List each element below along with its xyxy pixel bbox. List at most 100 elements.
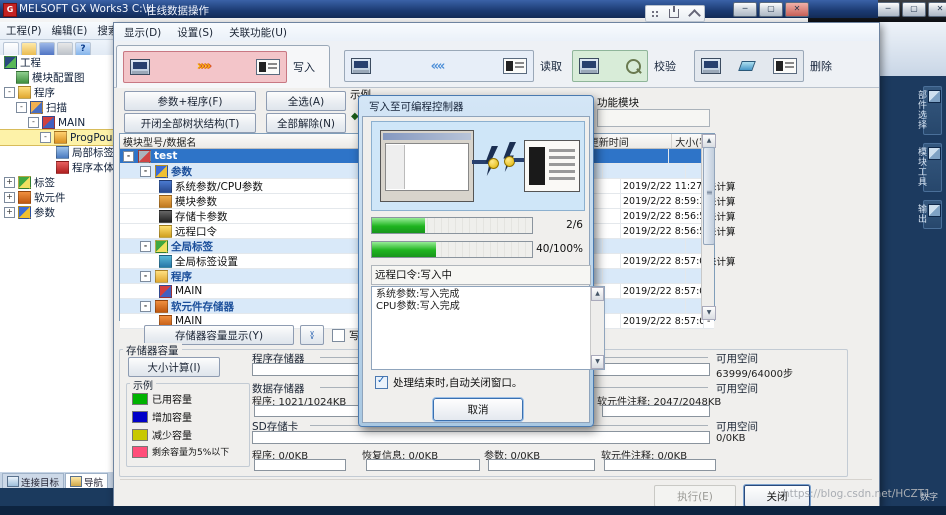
collapse-icon[interactable] bbox=[16, 102, 27, 113]
collapse-icon[interactable] bbox=[688, 9, 701, 22]
decrease-swatch bbox=[132, 429, 148, 441]
minimize-button[interactable]: ─ bbox=[733, 2, 757, 17]
collapse-icon[interactable] bbox=[123, 151, 134, 162]
expand-icon[interactable] bbox=[4, 207, 15, 218]
operation-log: 系统参数:写入完成 CPU参数:写入完成 ▲ ▼ bbox=[371, 286, 605, 370]
collapse-icon[interactable] bbox=[28, 117, 39, 128]
signal-dot bbox=[488, 158, 499, 169]
tree-item-project[interactable]: 工程 bbox=[0, 55, 113, 70]
maximize-button[interactable]: ▢ bbox=[902, 2, 926, 17]
toggle-tree-button[interactable]: 开闭全部树状结构(T) bbox=[124, 113, 256, 133]
menu-edit[interactable]: 编辑(E) bbox=[52, 23, 88, 39]
close-button[interactable]: ✕ bbox=[928, 2, 946, 17]
plc-project-icon bbox=[138, 150, 151, 163]
tree-item-program-body[interactable]: 程序本体 bbox=[0, 160, 113, 175]
tab-element-selection[interactable]: 部件选择 bbox=[923, 86, 942, 135]
module-config-icon bbox=[16, 71, 29, 84]
parameter-program-button[interactable]: 参数+程序(F) bbox=[124, 91, 256, 111]
tree-item-program[interactable]: 程序 bbox=[0, 85, 113, 100]
scrollbar-thumb[interactable] bbox=[703, 147, 715, 245]
size-calculation-button[interactable]: 大小计算(I) bbox=[128, 357, 220, 377]
scroll-down-icon[interactable]: ▼ bbox=[591, 355, 604, 369]
tab-verify[interactable]: 校验 bbox=[566, 47, 682, 85]
cancel-button[interactable]: 取消 bbox=[433, 398, 523, 421]
execute-button[interactable]: 执行(E) bbox=[654, 485, 736, 507]
percent-progress-bar bbox=[371, 241, 533, 258]
tab-navigation[interactable]: 导航 bbox=[65, 473, 108, 489]
legend-increase: 增加容量 bbox=[132, 409, 192, 424]
memory-capacity-display-button[interactable]: 存储器容量显示(Y) bbox=[144, 325, 294, 345]
legend-low-remaining: 剩余容量为5%以下 bbox=[132, 445, 229, 458]
collapse-icon[interactable] bbox=[140, 241, 151, 252]
tab-module-tool[interactable]: 模块工具 bbox=[923, 143, 942, 192]
table-scrollbar[interactable]: ▲ ▼ bbox=[701, 134, 714, 320]
legend-box-title: 示例 bbox=[130, 377, 156, 392]
pc-icon bbox=[351, 58, 371, 74]
free-space-label: 可用空间 bbox=[716, 419, 758, 434]
project-icon bbox=[4, 56, 17, 69]
pre-write-checkbox[interactable] bbox=[332, 329, 345, 342]
melsoft-logo-icon: G bbox=[3, 3, 17, 17]
expand-icon[interactable] bbox=[4, 192, 15, 203]
grid-icon[interactable] bbox=[651, 10, 659, 18]
docked-panel-tabs: 部件选择 模块工具 输出 bbox=[923, 86, 942, 237]
tree-item-local-label[interactable]: 局部标签 bbox=[0, 145, 113, 160]
tab-read[interactable]: «« 读取 bbox=[338, 47, 570, 85]
scroll-up-icon[interactable]: ▲ bbox=[702, 134, 716, 148]
memory-card-parameter-icon bbox=[159, 210, 172, 223]
tab-write[interactable]: »» 写入 bbox=[116, 45, 330, 88]
free-space-value: 0/0KB bbox=[716, 433, 746, 444]
chevron-double-down-icon[interactable]: ∨∨ bbox=[300, 325, 324, 345]
tab-delete[interactable]: 删除 bbox=[688, 47, 838, 85]
scroll-up-icon[interactable]: ▲ bbox=[591, 287, 604, 301]
share-icon[interactable] bbox=[669, 9, 679, 18]
collapse-icon[interactable] bbox=[140, 271, 151, 282]
maximize-button[interactable]: ▢ bbox=[759, 2, 783, 17]
close-button[interactable]: ✕ bbox=[785, 2, 809, 17]
tree-item-module-config[interactable]: 模块配置图 bbox=[0, 70, 113, 85]
write-progress-dialog[interactable]: 写入至可编程控制器 2/6 40/100% 远程口令:写入中 系统参数:写入完成… bbox=[358, 95, 594, 427]
expand-icon[interactable] bbox=[4, 177, 15, 188]
plc-icon bbox=[256, 59, 280, 75]
read-tab-icons: «« bbox=[344, 50, 534, 82]
scroll-down-icon[interactable]: ▼ bbox=[702, 306, 716, 320]
deselect-all-button[interactable]: 全部解除(N) bbox=[266, 113, 346, 133]
tab-output[interactable]: 输出 bbox=[923, 200, 942, 229]
tree-item-progpou[interactable]: ProgPou bbox=[0, 130, 113, 145]
menu-project[interactable]: 工程(P) bbox=[6, 23, 42, 39]
auto-close-checkbox[interactable] bbox=[375, 376, 388, 389]
low-remaining-swatch bbox=[132, 446, 148, 458]
plc-illustration-icon bbox=[524, 140, 580, 192]
select-all-button[interactable]: 全选(A) bbox=[266, 91, 346, 111]
collapse-icon[interactable] bbox=[140, 301, 151, 312]
divider bbox=[120, 479, 872, 480]
watermark-extra: 数字 bbox=[920, 490, 938, 503]
tree-item-scan[interactable]: 扫描 bbox=[0, 100, 113, 115]
tab-connection-destination[interactable]: 连接目标 bbox=[2, 473, 64, 489]
verify-tab-icons bbox=[572, 50, 648, 82]
collapse-icon[interactable] bbox=[4, 87, 15, 98]
panel-icon bbox=[928, 204, 941, 217]
main-menubar: 工程(P) 编辑(E) 搜索/替 bbox=[0, 22, 113, 40]
sd-restore-bar bbox=[366, 459, 480, 471]
collapse-icon[interactable] bbox=[140, 166, 151, 177]
label-icon bbox=[18, 176, 31, 189]
legend-fragment-box bbox=[597, 109, 710, 127]
tree-item-device[interactable]: 软元件 bbox=[0, 190, 113, 205]
collapse-icon[interactable] bbox=[40, 132, 51, 143]
screen: ─ ▢ ✕ 部件选择 模块工具 输出 G MELSOFT GX Works3 C… bbox=[0, 0, 946, 515]
used-swatch bbox=[132, 393, 148, 405]
tree-item-main[interactable]: MAIN bbox=[0, 115, 113, 130]
pou-icon bbox=[54, 131, 67, 144]
free-space-label: 可用空间 bbox=[716, 351, 758, 366]
column-update-time[interactable]: 更新时间 bbox=[586, 134, 672, 148]
titlebar[interactable]: G MELSOFT GX Works3 C:\U 在线数据操作 ─ ▢ ✕ bbox=[0, 0, 878, 18]
parameter-icon bbox=[155, 165, 168, 178]
minimize-button[interactable]: ─ bbox=[876, 2, 900, 17]
tree-item-parameter[interactable]: 参数 bbox=[0, 205, 113, 220]
log-scrollbar[interactable]: ▲ ▼ bbox=[590, 287, 604, 369]
legend-decrease: 减少容量 bbox=[132, 427, 192, 442]
write-tab-icons: »» bbox=[123, 51, 287, 83]
tree-item-label[interactable]: 标签 bbox=[0, 175, 113, 190]
docked-bottom-tabs: 连接目标 导航 bbox=[0, 472, 113, 489]
